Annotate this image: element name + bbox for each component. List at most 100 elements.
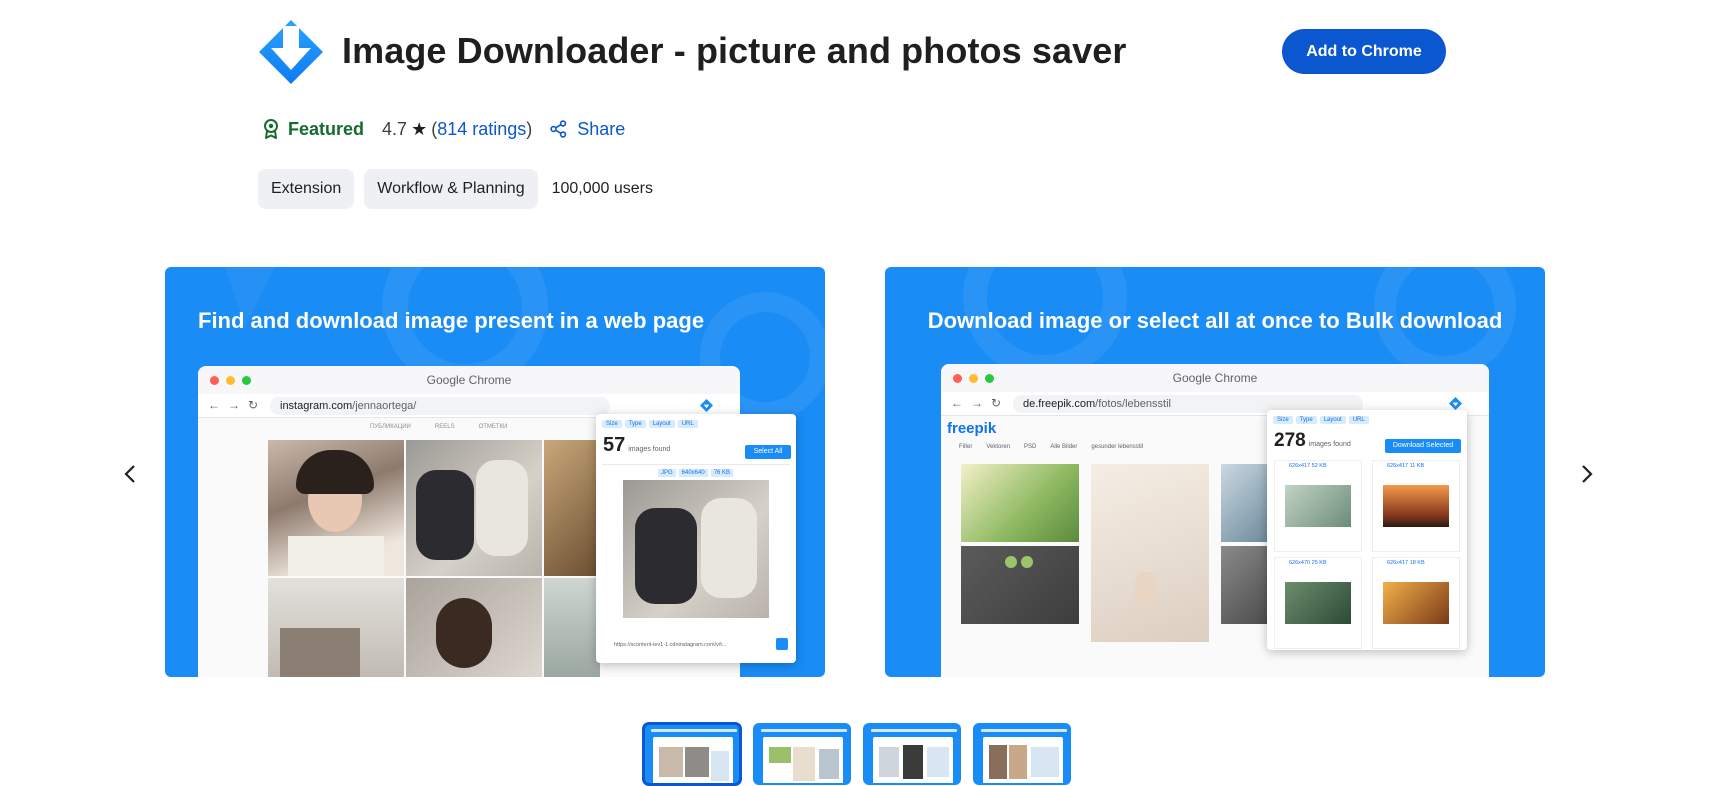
image-preview [1285, 485, 1351, 527]
filter-url[interactable]: URL [1348, 416, 1369, 424]
url-host: de.freepik.com [1023, 398, 1096, 410]
extension-header: Image Downloader - picture and photos sa… [257, 18, 1447, 84]
image-size: 76 KB [710, 469, 734, 477]
share-button[interactable]: Share [550, 119, 625, 140]
image-dimensions: 626x417 [1387, 560, 1409, 566]
image-dimensions: 626x417 [1289, 463, 1311, 469]
image-card-meta: 626x470 25 KB [1289, 560, 1327, 566]
chevron-left-icon [124, 465, 135, 483]
photo-thumbnail [1221, 546, 1267, 624]
image-card-meta: 626x417 52 KB [1289, 463, 1327, 469]
category-chips: Extension Workflow & Planning 100,000 us… [258, 169, 653, 209]
url-path: /jennaortega/ [352, 400, 417, 412]
select-all-button[interactable]: Select All [745, 445, 791, 459]
share-label: Share [577, 118, 626, 139]
thumbnail-2[interactable] [753, 723, 851, 785]
images-count: 278 images found [1274, 430, 1351, 452]
thumbnail-1[interactable] [643, 723, 741, 785]
carousel-prev-button[interactable] [115, 459, 145, 489]
url-field: instagram.com/jennaortega/ [270, 397, 610, 415]
tab-reels: REELS [434, 424, 455, 430]
browser-titlebar: Google Chrome [198, 366, 740, 394]
image-url: https://scontent-iev1-1.cdninstagram.com… [614, 642, 727, 648]
filter-chips: Size Type Layout URL [1273, 416, 1372, 424]
toolbar-alle-bilder[interactable]: Alle Bilder [1050, 444, 1077, 450]
image-dimensions: 626x417 [1387, 463, 1409, 469]
image-size: 11 KB [1409, 463, 1425, 469]
filter-url[interactable]: URL [677, 420, 698, 428]
chevron-right-icon [1582, 465, 1593, 483]
images-count-value: 278 [1274, 430, 1306, 451]
browser-title: Google Chrome [426, 373, 512, 387]
tab-tagged: ОТМЕТКИ [478, 424, 508, 430]
download-icon[interactable] [776, 638, 788, 650]
toolbar-search-tag[interactable]: gesunder lebensstil [1091, 444, 1143, 450]
image-size: 52 KB [1311, 463, 1327, 469]
filter-layout[interactable]: Layout [648, 420, 675, 428]
image-size: 18 KB [1409, 560, 1425, 566]
add-to-chrome-button[interactable]: Add to Chrome [1282, 29, 1446, 74]
screenshot-slide-1[interactable]: Find and download image present in a web… [165, 267, 825, 677]
filter-size[interactable]: Size [602, 420, 622, 428]
image-card-meta: 626x417 11 KB [1387, 463, 1424, 469]
filter-chips: Size Type Layout URL [602, 420, 701, 428]
carousel-next-button[interactable] [1572, 459, 1602, 489]
image-card[interactable]: 626x417 52 KB [1274, 460, 1362, 552]
photo-thumbnail [961, 464, 1079, 542]
toolbar-vektoren[interactable]: Vektoren [986, 444, 1010, 450]
user-count: 100,000 users [551, 180, 653, 197]
extension-popup: Size Type Layout URL 278 images found Dow… [1267, 410, 1467, 650]
ratings-count-link[interactable]: 814 ratings [437, 119, 526, 140]
image-dimensions: 626x470 [1289, 560, 1311, 566]
download-selected-button[interactable]: Download Selected [1385, 439, 1461, 453]
images-count-value: 57 [603, 434, 626, 456]
browser-title: Google Chrome [1172, 371, 1258, 385]
tab-posts: ПУБЛИКАЦИИ [370, 424, 411, 430]
extension-title: Image Downloader - picture and photos sa… [342, 30, 1127, 71]
filter-type[interactable]: Type [1295, 416, 1317, 424]
images-count-label: images found [628, 446, 671, 453]
image-card[interactable]: 626x417 11 KB [1372, 460, 1460, 552]
browser-nav-icons: ←→↻ [951, 396, 1010, 410]
chip-workflow-planning[interactable]: Workflow & Planning [364, 169, 538, 209]
toolbar-filter[interactable]: Filter [959, 444, 972, 450]
ratings-close-paren: ) [526, 118, 533, 139]
photo-thumbnail [544, 578, 600, 677]
image-card-meta: 626x417 18 KB [1387, 560, 1425, 566]
rating: 4.7 ★ ( 814 ratings ) [382, 119, 532, 140]
chip-extension[interactable]: Extension [258, 169, 355, 209]
url-path: /fotos/lebensstil [1095, 398, 1171, 410]
screenshot-slide-2[interactable]: Download image or select all at once to … [885, 267, 1545, 677]
filter-type[interactable]: Type [624, 420, 646, 428]
toolbar-psd[interactable]: PSD [1024, 444, 1036, 450]
images-count-label: images found [1308, 441, 1351, 448]
images-count: 57 images found [603, 434, 670, 457]
featured-badge[interactable]: Featured [262, 119, 364, 140]
image-preview [1383, 485, 1449, 527]
image-dimensions: 640x640 [678, 469, 708, 477]
extension-meta: Featured 4.7 ★ ( 814 ratings ) Share [262, 116, 625, 142]
photo-thumbnail [406, 578, 542, 677]
filter-layout[interactable]: Layout [1319, 416, 1346, 424]
download-arrow-icon [700, 399, 713, 412]
photo-thumbnail [1221, 464, 1267, 542]
image-preview [1285, 582, 1351, 624]
download-arrow-icon [259, 20, 323, 84]
star-icon: ★ [411, 118, 428, 139]
url-host: instagram.com [280, 400, 353, 412]
featured-badge-icon [264, 119, 278, 139]
browser-titlebar: Google Chrome [941, 364, 1489, 392]
filter-size[interactable]: Size [1273, 416, 1293, 424]
share-icon [550, 120, 567, 138]
image-card[interactable]: 626x417 18 KB [1372, 557, 1460, 649]
extension-popup: Size Type Layout URL 57 images found Sele… [596, 414, 796, 663]
image-preview[interactable] [623, 480, 769, 618]
photo-thumbnail [1091, 464, 1209, 642]
image-card[interactable]: 626x470 25 KB [1274, 557, 1362, 649]
featured-label: Featured [288, 118, 365, 139]
slide-heading: Find and download image present in a web… [198, 308, 705, 333]
thumbnail-4[interactable] [973, 723, 1071, 785]
thumbnail-3[interactable] [863, 723, 961, 785]
photo-thumbnail [268, 440, 404, 576]
photo-thumbnail [406, 440, 542, 576]
